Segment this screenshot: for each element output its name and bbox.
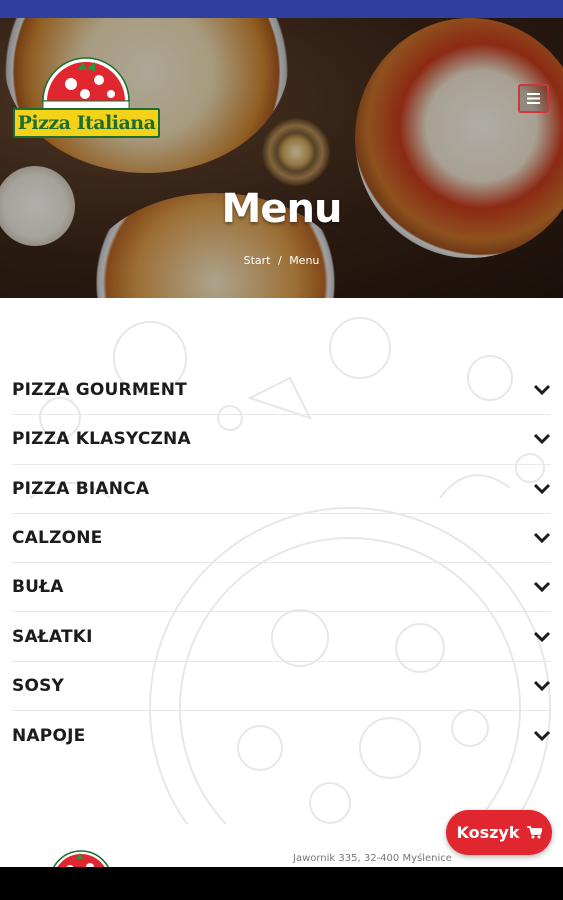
menu-category-label: NAPOJE bbox=[12, 725, 86, 746]
menu-category-label: PIZZA BIANCA bbox=[12, 478, 150, 499]
cart-button[interactable]: Koszyk bbox=[446, 810, 552, 855]
chevron-down-icon bbox=[533, 434, 551, 445]
menu-category-salatki[interactable]: SAŁATKI bbox=[12, 612, 551, 662]
menu-category-label: PIZZA GOURMENT bbox=[12, 380, 187, 401]
menu-category-label: CALZONE bbox=[12, 528, 103, 549]
menu-category-list: PIZZA GOURMENT PIZZA KLASYCZNA PIZZA BIA… bbox=[12, 366, 551, 760]
footer-address: Jawornik 335, 32-400 Myślenice bbox=[293, 853, 452, 864]
logo-text: Pizza Italiana bbox=[17, 112, 156, 134]
menu-section: PIZZA GOURMENT PIZZA KLASYCZNA PIZZA BIA… bbox=[0, 298, 563, 824]
breadcrumb: Start / Menu bbox=[0, 254, 563, 267]
menu-category-pizza-klasyczna[interactable]: PIZZA KLASYCZNA bbox=[12, 415, 551, 465]
pizza-logo-icon bbox=[42, 57, 130, 110]
chevron-down-icon bbox=[533, 582, 551, 593]
menu-category-label: PIZZA KLASYCZNA bbox=[12, 429, 191, 450]
chevron-down-icon bbox=[533, 483, 551, 494]
menu-category-sosy[interactable]: SOSY bbox=[12, 662, 551, 712]
chevron-down-icon bbox=[533, 631, 551, 642]
chevron-down-icon bbox=[533, 730, 551, 741]
menu-category-pizza-gourment[interactable]: PIZZA GOURMENT bbox=[12, 366, 551, 416]
breadcrumb-start-link[interactable]: Start bbox=[244, 254, 271, 267]
menu-category-pizza-bianca[interactable]: PIZZA BIANCA bbox=[12, 465, 551, 514]
chevron-down-icon bbox=[533, 532, 551, 544]
chevron-down-icon bbox=[533, 385, 551, 396]
menu-category-label: SAŁATKI bbox=[12, 626, 93, 647]
menu-category-label: BUŁA bbox=[12, 577, 64, 598]
system-navigation-bar bbox=[0, 867, 563, 900]
menu-category-bula[interactable]: BUŁA bbox=[12, 563, 551, 613]
hero-header: Pizza Italiana Menu Start / Menu bbox=[0, 18, 563, 298]
footer-logo-icon[interactable] bbox=[48, 849, 114, 867]
system-status-bar bbox=[0, 0, 563, 18]
menu-toggle-button[interactable] bbox=[518, 84, 549, 113]
menu-category-calzone[interactable]: CALZONE bbox=[12, 514, 551, 564]
breadcrumb-separator: / bbox=[277, 254, 282, 267]
chevron-down-icon bbox=[533, 680, 551, 692]
menu-category-napoje[interactable]: NAPOJE bbox=[12, 711, 551, 760]
menu-category-label: SOSY bbox=[12, 675, 65, 696]
breadcrumb-current: Menu bbox=[289, 254, 320, 267]
page-title: Menu bbox=[221, 186, 343, 232]
cart-icon bbox=[526, 826, 542, 839]
cart-label: Koszyk bbox=[456, 823, 520, 842]
logo-banner: Pizza Italiana bbox=[13, 108, 160, 138]
hamburger-icon bbox=[527, 93, 540, 104]
site-logo[interactable]: Pizza Italiana bbox=[13, 56, 160, 141]
